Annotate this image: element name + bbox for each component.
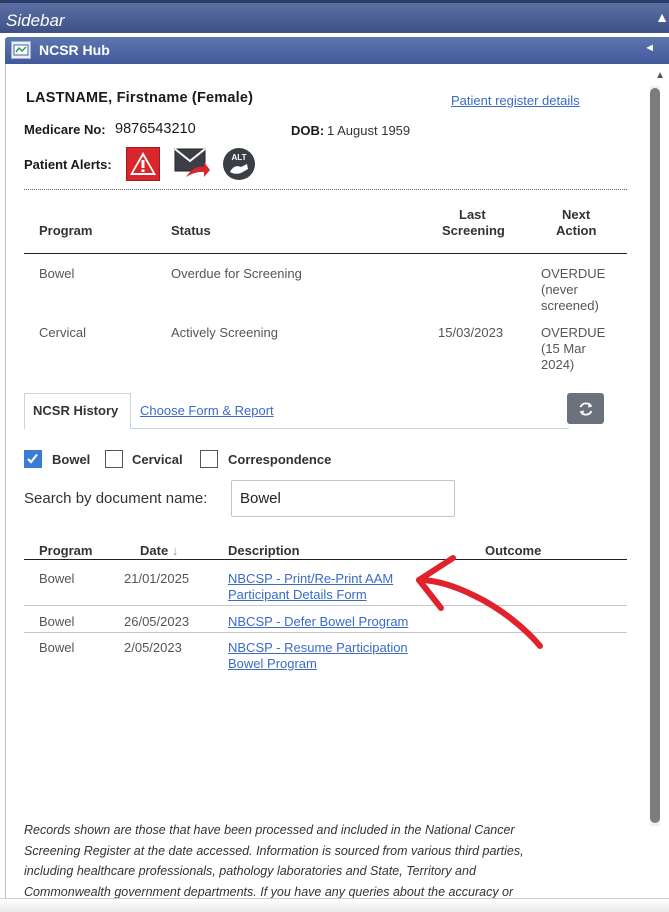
scroll-up-icon[interactable]: ▲ (655, 70, 665, 81)
col-last-screening-header-line2: Screening (442, 223, 505, 238)
sidebar-title: Sidebar (6, 11, 65, 30)
medicare-label: Medicare No: (24, 122, 106, 137)
disclaimer-text: Records shown are those that have been p… (24, 820, 614, 902)
patient-alerts-label: Patient Alerts: (24, 157, 112, 172)
history-document-link[interactable]: NBCSP - Defer Bowel Program (228, 614, 408, 631)
filter-cervical-label[interactable]: Cervical (132, 452, 183, 467)
dob-label: DOB: (291, 123, 325, 138)
next-action-cell: 2024) (541, 357, 575, 372)
refresh-button[interactable] (567, 393, 604, 424)
next-action-cell: (15 Mar (541, 341, 586, 356)
col-next-action-header-line2: Action (556, 223, 597, 238)
patient-register-link[interactable]: Patient register details (451, 93, 580, 108)
annotation-arrow-icon (416, 555, 543, 649)
alt-contact-icon[interactable]: ALT (222, 147, 256, 181)
history-col-description-header: Description (228, 543, 300, 558)
col-status-header: Status (171, 223, 211, 238)
ncsr-hub-title: NCSR Hub (39, 42, 110, 58)
sidebar-title-bar: Sidebar ▲ (0, 0, 669, 33)
filter-correspondence-label[interactable]: Correspondence (228, 452, 331, 467)
history-program-cell: Bowel (39, 614, 75, 629)
checkmark-icon (27, 453, 38, 464)
col-last-screening-header-line1: Last (459, 207, 486, 222)
status-cell: Actively Screening (171, 325, 278, 340)
filter-cervical-checkbox[interactable] (105, 450, 123, 468)
history-document-link[interactable]: NBCSP - Resume Participation (228, 640, 408, 657)
history-col-date-header[interactable]: Date ↓ (140, 543, 178, 559)
dob-value: 1 August 1959 (327, 123, 411, 138)
tab-ncsr-history[interactable]: NCSR History (24, 393, 131, 429)
history-document-link[interactable]: Bowel Program (228, 656, 317, 673)
disclaimer-line: Records shown are those that have been p… (24, 823, 515, 837)
svg-text:ALT: ALT (232, 153, 247, 162)
status-cell: Overdue for Screening (171, 266, 302, 281)
refresh-icon (579, 401, 592, 416)
date-header-label: Date (140, 543, 169, 558)
warning-icon[interactable] (126, 147, 160, 181)
disclaimer-line: Screening Register at the date accessed.… (24, 843, 524, 858)
next-action-cell: OVERDUE (541, 266, 606, 281)
history-col-program-header: Program (39, 543, 93, 558)
history-document-link[interactable]: NBCSP - Print/Re-Print AAM (228, 571, 393, 588)
history-date-cell: 2/05/2023 (124, 640, 182, 655)
program-table-header-rule (24, 253, 627, 254)
panel-bottom-edge (0, 898, 669, 912)
collapse-left-icon[interactable]: ◄ (644, 42, 655, 54)
ncsr-logo-icon (11, 41, 31, 59)
next-action-cell: OVERDUE (541, 325, 606, 340)
medicare-number: 9876543210 (115, 121, 196, 137)
program-cell: Cervical (39, 325, 86, 340)
filter-bowel-checkbox[interactable] (24, 450, 42, 468)
filter-bowel-label[interactable]: Bowel (52, 452, 90, 467)
sort-down-icon: ↓ (171, 543, 179, 558)
history-document-link[interactable]: Participant Details Form (228, 587, 367, 604)
tab-choose-form-report[interactable]: Choose Form & Report (140, 403, 274, 418)
history-program-cell: Bowel (39, 571, 75, 586)
next-action-cell: screened) (541, 298, 599, 313)
document-search-input[interactable] (231, 480, 455, 517)
history-program-cell: Bowel (39, 640, 75, 655)
history-date-cell: 21/01/2025 (124, 571, 190, 586)
scrollbar-thumb[interactable] (650, 88, 660, 823)
sidebar-caret-icon[interactable]: ▲ (655, 9, 669, 25)
search-label: Search by document name: (24, 490, 208, 507)
patient-name: LASTNAME, Firstname (Female) (26, 90, 254, 106)
ncsr-hub-header[interactable]: NCSR Hub ◄ (5, 37, 669, 64)
history-date-cell: 26/05/2023 (124, 614, 190, 629)
col-next-action-header-line1: Next (562, 207, 591, 222)
col-program-header: Program (39, 223, 93, 238)
last-screening-cell: 15/03/2023 (438, 325, 504, 340)
section-divider (24, 189, 627, 190)
next-action-cell: (never (541, 282, 578, 297)
mail-forward-icon[interactable] (174, 147, 210, 181)
program-cell: Bowel (39, 266, 75, 281)
filter-correspondence-checkbox[interactable] (200, 450, 218, 468)
tab-bar-rule (131, 428, 569, 429)
disclaimer-line: including healthcare professionals, path… (24, 864, 476, 878)
